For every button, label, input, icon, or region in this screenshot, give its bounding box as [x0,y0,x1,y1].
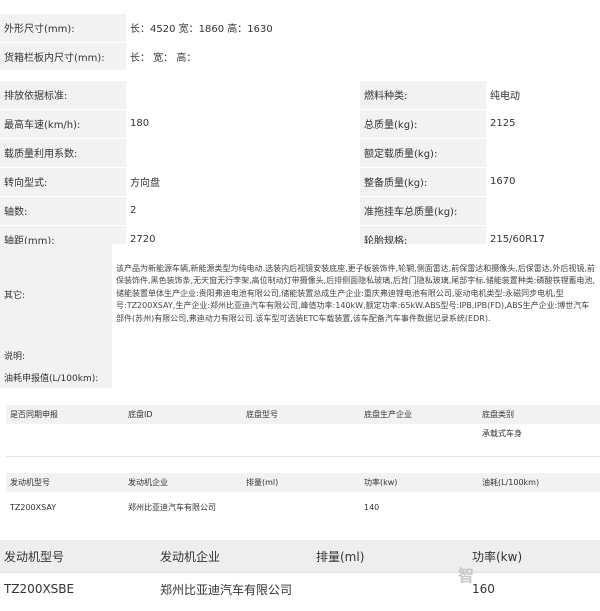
trailer-value [486,196,600,226]
spec-row-cargo: 货箱栏板内尺寸(mm): 长： 宽： 高： [0,42,600,71]
other-description: 该产品为新能源车辆,新能源类型为纯电动.选装内后视镜安装底座,更子板装饰件,轮辋… [112,244,600,344]
spec-row-speed: 最高车速(km/h): 180 总质量(kg): 2125 [0,109,600,139]
spec-row-dimensions: 外形尺寸(mm): 长：4520 宽：1860 高：1630 [0,14,600,43]
engine-small-table: 发动机型号 发动机企业 排量(ml) 功率(kw) 油耗(L/100km) TZ… [6,473,600,522]
engine-small-header-cell: 功率(kw) [360,473,478,492]
emission-value [126,80,360,110]
note-value [112,344,600,366]
chassis-header-cell: 是否同期申报 [6,405,124,424]
axles-label: 轴数: [0,196,126,226]
other-table: 其它: 该产品为新能源车辆,新能源类型为纯电动.选装内后视镜安装底座,更子板装饰… [0,244,600,388]
engine-small-header-cell: 发动机企业 [124,473,242,492]
engine-small-header-cell: 发动机型号 [6,473,124,492]
load-util-label: 载质量利用系数: [0,138,126,168]
other-label: 其它: [0,244,112,344]
engine-large-table: 发动机型号 发动机企业 排量(ml) 功率(kw) TZ200XSBE 郑州比亚… [0,540,600,605]
engine-large-header-cell: 功率(kw) [468,540,600,573]
chassis-header-cell: 底盘ID [124,405,242,424]
engine-large-cell: TZ200XSBE [0,572,156,605]
speed-value: 180 [126,109,360,139]
emission-label: 排放依据标准: [0,80,126,110]
chassis-cell [124,424,242,443]
note-row: 说明: [0,344,600,366]
fuel-consumption-value [112,366,600,388]
spec-row-emission: 排放依据标准: 燃料种类: 纯电动 [0,80,600,110]
chassis-header-cell: 底盘型号 [242,405,360,424]
engine-large-header-cell: 发动机企业 [156,540,312,573]
fuel-consumption-label: 油耗申报值(L/100km): [0,366,112,388]
curb-mass-label: 整备质量(kg): [360,167,486,197]
chassis-cell [242,424,360,443]
divider [6,456,600,457]
rated-load-value [486,138,600,168]
other-row: 其它: 该产品为新能源车辆,新能源类型为纯电动.选装内后视镜安装底座,更子板装饰… [0,244,600,344]
load-util-value [126,138,360,168]
chassis-header-row: 是否同期申报 底盘ID 底盘型号 底盘生产企业 底盘类别 [6,405,600,424]
chassis-cell [6,424,124,443]
chassis-data-row: 承载式车身 [6,424,600,443]
cargo-value: 长： 宽： 高： [126,42,600,71]
chassis-cell: 承载式车身 [478,424,600,443]
engine-small-header-row: 发动机型号 发动机企业 排量(ml) 功率(kw) 油耗(L/100km) [6,473,600,492]
engine-small-cell [478,492,600,522]
rated-load-label: 额定载质量(kg): [360,138,486,168]
engine-large-cell [312,572,468,605]
spec-table: 外形尺寸(mm): 长：4520 宽：1860 高：1630 货箱栏板内尺寸(m… [0,14,600,255]
chassis-header-cell: 底盘类别 [478,405,600,424]
dims-value: 长：4520 宽：1860 高：1630 [126,14,600,43]
watermark: 智 [458,566,476,585]
total-mass-value: 2125 [486,109,600,139]
curb-mass-value: 1670 [486,167,600,197]
chassis-header-cell: 底盘生产企业 [360,405,478,424]
engine-small-cell [242,492,360,522]
engine-small-cell: 140 [360,492,478,522]
engine-small-data-row: TZ200XSAY 郑州比亚迪汽车有限公司 140 [6,492,600,522]
steering-value: 方向盘 [126,167,360,197]
engine-large-data-row: TZ200XSBE 郑州比亚迪汽车有限公司 160 [0,572,600,605]
engine-small-header-cell: 油耗(L/100km) [478,473,600,492]
trailer-label: 准拖挂车总质量(kg): [360,196,486,226]
speed-label: 最高车速(km/h): [0,109,126,139]
engine-large-header-cell: 发动机型号 [0,540,156,573]
axles-value: 2 [126,196,360,226]
fuel-consumption-row: 油耗申报值(L/100km): [0,366,600,388]
engine-large-cell: 160 [468,572,600,605]
spec-row-axles: 轴数: 2 准拖挂车总质量(kg): [0,196,600,226]
dims-label: 外形尺寸(mm): [0,14,126,43]
cargo-label: 货箱栏板内尺寸(mm): [0,42,126,71]
spec-row-load: 载质量利用系数: 额定载质量(kg): [0,138,600,168]
total-mass-label: 总质量(kg): [360,109,486,139]
engine-large-header-row: 发动机型号 发动机企业 排量(ml) 功率(kw) [0,540,600,573]
engine-large-header-cell: 排量(ml) [312,540,468,573]
fuel-label: 燃料种类: [360,80,486,110]
fuel-value: 纯电动 [486,80,600,110]
engine-large-cell: 郑州比亚迪汽车有限公司 [156,572,312,605]
note-label: 说明: [0,344,112,366]
engine-small-cell: TZ200XSAY [6,492,124,522]
spec-row-steering: 转向型式: 方向盘 整备质量(kg): 1670 [0,167,600,197]
steering-label: 转向型式: [0,167,126,197]
engine-small-header-cell: 排量(ml) [242,473,360,492]
engine-small-cell: 郑州比亚迪汽车有限公司 [124,492,242,522]
chassis-cell [360,424,478,443]
chassis-table: 是否同期申报 底盘ID 底盘型号 底盘生产企业 底盘类别 承载式车身 [6,405,600,443]
